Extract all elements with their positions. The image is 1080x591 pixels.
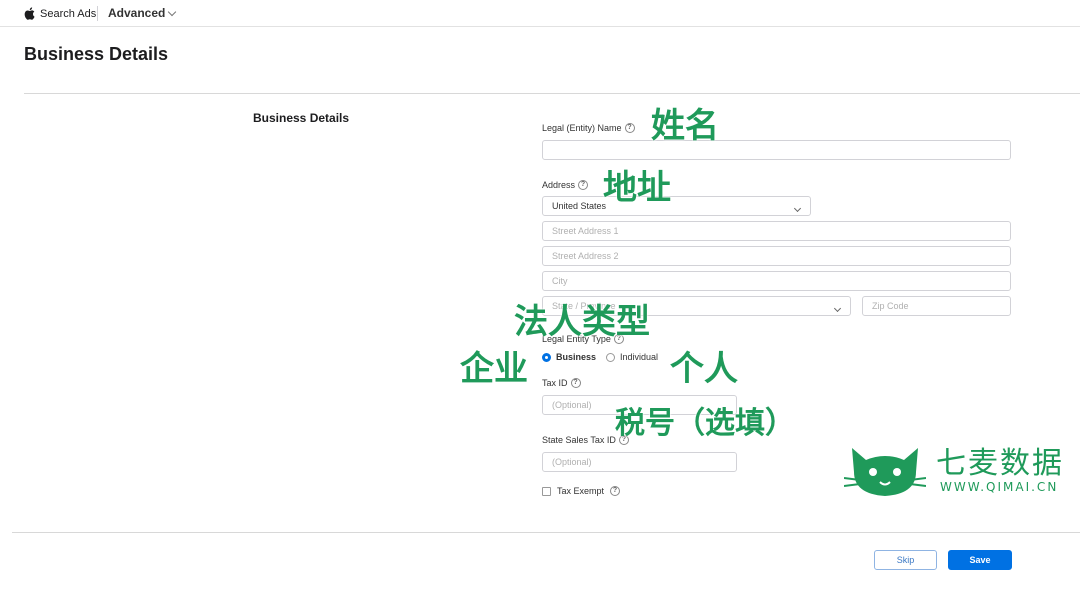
qimai-watermark: 七麦数据 WWW.QIMAI.CN bbox=[840, 436, 1080, 500]
legal-name-label: Legal (Entity) Name ? bbox=[542, 123, 635, 133]
street-address-2-input[interactable]: Street Address 2 bbox=[542, 246, 1011, 266]
save-button[interactable]: Save bbox=[948, 550, 1012, 570]
skip-button[interactable]: Skip bbox=[874, 550, 937, 570]
address-label-text: Address bbox=[542, 180, 576, 190]
section-title: Business Details bbox=[253, 111, 350, 125]
annotation-name: 姓名 bbox=[651, 106, 719, 146]
tax-exempt-label[interactable]: Tax Exempt bbox=[557, 486, 604, 496]
annotation-individual: 个人 bbox=[670, 349, 738, 389]
annotation-tax-id: 税号（选填） bbox=[615, 406, 795, 441]
tax-exempt-row: Tax Exempt ? bbox=[542, 486, 621, 496]
help-icon[interactable]: ? bbox=[610, 486, 621, 496]
footer-divider bbox=[12, 532, 1080, 533]
advanced-menu[interactable]: Advanced bbox=[108, 6, 177, 20]
tax-id-label-text: Tax ID bbox=[542, 378, 568, 388]
state-sales-tax-id-label-text: State Sales Tax ID bbox=[542, 435, 616, 445]
legal-name-input[interactable] bbox=[542, 140, 1011, 160]
individual-radio[interactable] bbox=[606, 352, 616, 362]
chevron-down-icon bbox=[793, 204, 802, 213]
brand-name[interactable]: Search Ads bbox=[40, 8, 96, 20]
annotation-business: 企业 bbox=[460, 349, 528, 389]
street-address-1-input[interactable]: Street Address 1 bbox=[542, 221, 1011, 241]
country-select-value: United States bbox=[552, 201, 607, 211]
apple-logo-icon bbox=[24, 7, 35, 20]
help-icon[interactable]: ? bbox=[578, 180, 589, 190]
legal-name-label-text: Legal (Entity) Name bbox=[542, 123, 622, 133]
page-title: Business Details bbox=[24, 44, 169, 64]
topbar-divider bbox=[97, 6, 98, 21]
divider bbox=[24, 93, 1080, 94]
help-icon[interactable]: ? bbox=[624, 123, 635, 133]
individual-radio-label[interactable]: Individual bbox=[620, 352, 658, 362]
country-select[interactable]: United States bbox=[542, 196, 811, 216]
chevron-down-icon bbox=[168, 7, 177, 16]
top-bar: Search Ads Advanced bbox=[0, 0, 1080, 27]
state-sales-tax-id-input[interactable]: (Optional) bbox=[542, 452, 737, 472]
business-radio[interactable] bbox=[542, 352, 551, 362]
zip-code-input[interactable]: Zip Code bbox=[862, 296, 1011, 316]
watermark-url: WWW.QIMAI.CN bbox=[940, 480, 1059, 494]
annotation-entity-type: 法人类型 bbox=[514, 302, 650, 342]
address-label: Address ? bbox=[542, 180, 589, 190]
tax-exempt-checkbox[interactable] bbox=[542, 486, 551, 496]
advanced-menu-label: Advanced bbox=[108, 6, 166, 20]
chevron-down-icon bbox=[833, 304, 842, 313]
business-radio-label[interactable]: Business bbox=[556, 352, 596, 362]
annotation-address: 地址 bbox=[603, 168, 671, 208]
entity-type-radio-group: Business Individual bbox=[542, 352, 658, 362]
watermark-name: 七麦数据 bbox=[936, 446, 1064, 481]
cat-logo-icon bbox=[844, 448, 926, 496]
tax-id-label: Tax ID ? bbox=[542, 378, 581, 388]
help-icon[interactable]: ? bbox=[570, 378, 581, 388]
city-input[interactable]: City bbox=[542, 271, 1011, 291]
